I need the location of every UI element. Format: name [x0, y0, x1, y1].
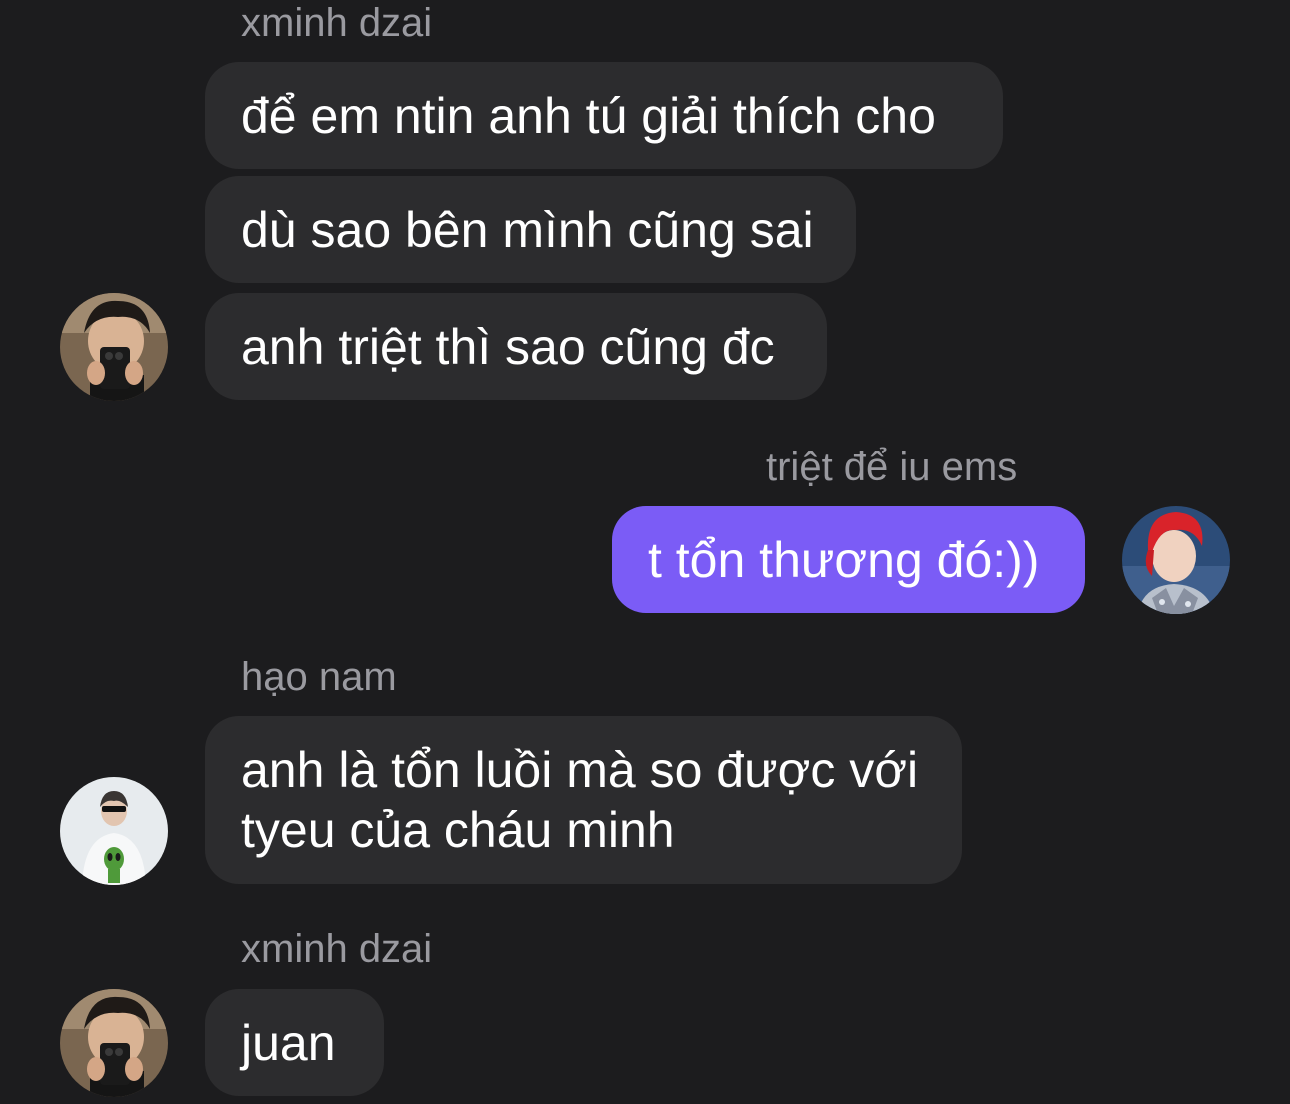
avatar-mirror-selfie[interactable]: [60, 293, 168, 401]
sender-name: xminh dzai: [241, 1, 433, 45]
message-text: dù sao bên mình cũng sai: [241, 202, 814, 258]
avatar-image: [60, 293, 168, 401]
message-text: juan: [241, 1015, 336, 1071]
message-text-line: anh là tổn luồi mà so được với: [241, 742, 919, 798]
message-bubble[interactable]: anh là tổn luồi mà so được với tyeu của …: [205, 716, 962, 884]
message-bubble[interactable]: juan: [205, 989, 384, 1096]
message-text-line: tyeu của cháu minh: [241, 802, 675, 858]
message-bubble[interactable]: t tổn thương đó:)): [612, 506, 1085, 613]
message-bubble[interactable]: dù sao bên mình cũng sai: [205, 176, 856, 283]
sender-name: xminh dzai: [241, 927, 433, 971]
avatar-image: [1122, 506, 1230, 614]
avatar-mirror-selfie[interactable]: [60, 989, 168, 1097]
sender-name: hạo nam: [241, 655, 397, 699]
message-text: để em ntin anh tú giải thích cho: [241, 88, 936, 144]
message-bubble[interactable]: để em ntin anh tú giải thích cho: [205, 62, 1003, 169]
message-bubble[interactable]: anh triệt thì sao cũng đc: [205, 293, 827, 400]
message-text: anh triệt thì sao cũng đc: [241, 319, 775, 375]
avatar-red-hair[interactable]: [1122, 506, 1230, 614]
avatar-image: [60, 989, 168, 1097]
avatar-image: [60, 777, 168, 885]
avatar-alien-shirt[interactable]: [60, 777, 168, 885]
sender-name: triệt để iu ems: [766, 445, 1018, 489]
message-text: t tổn thương đó:)): [648, 532, 1040, 588]
